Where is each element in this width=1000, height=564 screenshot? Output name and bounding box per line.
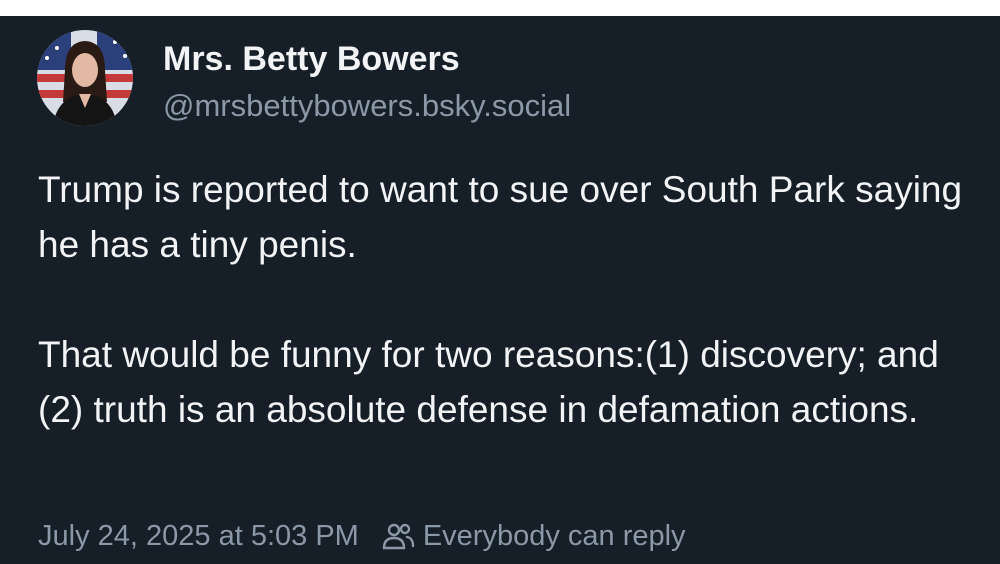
people-icon bbox=[381, 521, 415, 551]
post-text: Trump is reported to want to sue over So… bbox=[38, 162, 968, 437]
reply-setting[interactable]: Everybody can reply bbox=[423, 520, 686, 553]
avatar-image bbox=[37, 30, 133, 126]
author-handle[interactable]: @mrsbettybowers.bsky.social bbox=[163, 88, 571, 124]
post-timestamp[interactable]: July 24, 2025 at 5:03 PM bbox=[38, 520, 359, 553]
post-card: Mrs. Betty Bowers @mrsbettybowers.bsky.s… bbox=[0, 16, 1000, 564]
post-meta: July 24, 2025 at 5:03 PM Everybody can r… bbox=[38, 516, 686, 556]
post-paragraph: That would be funny for two reasons:(1) … bbox=[38, 334, 939, 430]
post-paragraph: Trump is reported to want to sue over So… bbox=[38, 169, 963, 265]
author-display-name[interactable]: Mrs. Betty Bowers bbox=[163, 40, 460, 79]
author-avatar[interactable] bbox=[37, 30, 133, 126]
